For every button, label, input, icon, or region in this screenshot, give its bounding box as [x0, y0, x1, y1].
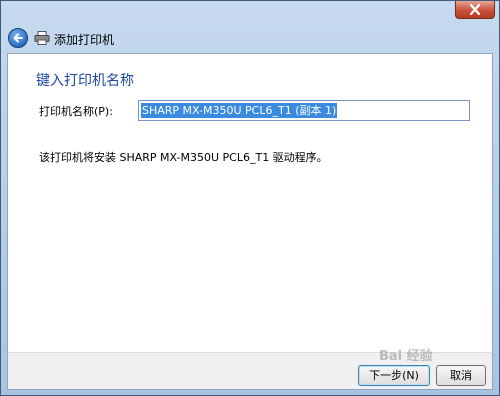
driver-info-text: 该打印机将安装 SHARP MX-M350U PCL6_T1 驱动程序。	[39, 151, 328, 164]
watermark: Bai 经验	[379, 349, 433, 364]
printer-name-input[interactable]: SHARP MX-M350U PCL6_T1 (副本 1)	[138, 100, 470, 121]
printer-icon	[34, 31, 50, 45]
close-icon	[469, 4, 481, 15]
printer-name-label: 打印机名称(P):	[39, 105, 113, 118]
window-title: 添加打印机	[54, 33, 115, 47]
back-button[interactable]	[8, 28, 28, 48]
page-heading: 键入打印机名称	[36, 73, 134, 89]
add-printer-window: 添加打印机 键入打印机名称 打印机名称(P): SHARP MX-M350U P…	[0, 0, 500, 396]
close-button[interactable]	[455, 1, 495, 19]
content-panel: 键入打印机名称 打印机名称(P): SHARP MX-M350U PCL6_T1…	[7, 53, 493, 353]
cancel-button[interactable]: 取消	[436, 365, 486, 386]
navigation-bar: 添加打印机	[1, 23, 499, 53]
printer-name-value: SHARP MX-M350U PCL6_T1 (副本 1)	[141, 103, 338, 118]
next-button[interactable]: 下一步(N)	[358, 365, 430, 386]
back-arrow-icon	[13, 33, 23, 43]
